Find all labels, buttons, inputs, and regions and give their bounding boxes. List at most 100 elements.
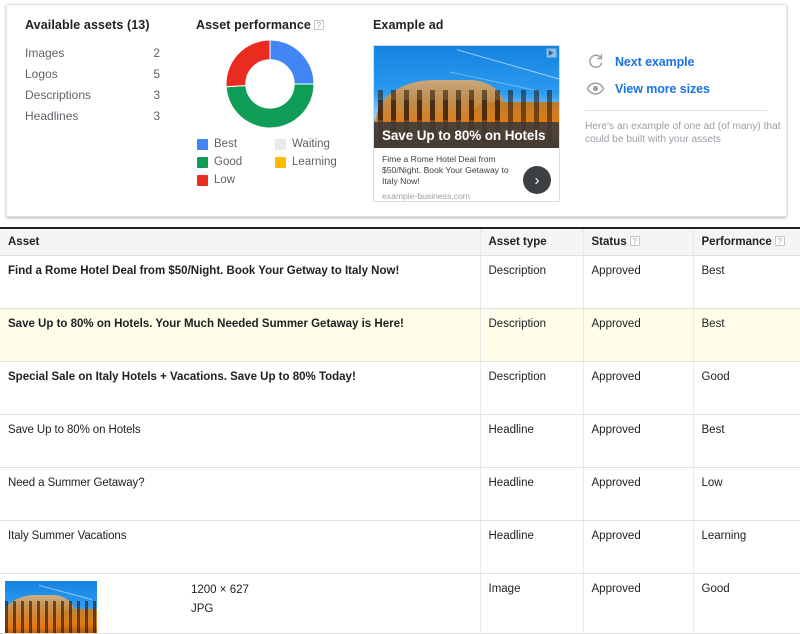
asset-stat-label: Images — [25, 46, 64, 60]
asset-type-value: Description — [489, 265, 547, 277]
cell-performance: Good — [693, 574, 800, 634]
asset-stat-label: Descriptions — [25, 88, 91, 102]
legend-item-good[interactable]: Good — [197, 153, 275, 171]
cell-asset-text[interactable]: Save Up to 80% on Hotels — [0, 415, 480, 468]
cell-asset-text[interactable]: Special Sale on Italy Hotels + Vacations… — [0, 362, 480, 415]
available-assets-title: Available assets (13) — [25, 18, 185, 32]
refresh-icon — [585, 52, 605, 72]
donut-slice-best[interactable] — [270, 40, 314, 84]
view-more-sizes-button[interactable]: View more sizes — [585, 77, 781, 100]
ad-choices-icon[interactable] — [546, 48, 557, 58]
asset-performance-title: Asset performance? — [196, 18, 361, 32]
asset-thumbnail[interactable] — [5, 581, 97, 633]
asset-stat-row: Headlines 3 — [25, 109, 160, 130]
assets-table-header-row: Asset Asset type Status? Performance? — [0, 229, 800, 256]
table-row[interactable]: Need a Summer Getaway?Headline Approved Lo… — [0, 468, 800, 521]
table-row[interactable]: 1200 × 627JPGImageApprovedGood — [0, 574, 800, 634]
ad-body: Fime a Rome Hotel Deal from $50/Night. B… — [374, 148, 559, 202]
example-ad-note: Here's an example of one ad (of many) th… — [585, 120, 781, 146]
legend-label: Good — [214, 156, 242, 168]
asset-stat-value: 3 — [153, 109, 160, 123]
cell-performance: Best — [693, 415, 800, 468]
cell-status: Approved — [583, 362, 693, 415]
performance-help-icon[interactable]: ? — [775, 236, 785, 246]
legend-swatch-icon — [197, 139, 208, 150]
assets-table: Asset Asset type Status? Performance? Fi… — [0, 227, 800, 634]
performance-value: Best — [702, 265, 725, 277]
column-header-performance-label: Performance — [702, 236, 772, 248]
cell-performance: Learning — [693, 521, 800, 574]
legend-swatch-icon — [275, 157, 286, 168]
asset-text: Italy Summer Vacations — [8, 530, 126, 542]
cell-asset-image[interactable]: 1200 × 627JPG — [0, 574, 480, 634]
table-row[interactable]: Italy Summer Vacations Headline Approved Le… — [0, 521, 800, 574]
asset-text: Save Up to 80% on Hotels — [8, 424, 140, 436]
status-value: Approved — [592, 477, 641, 489]
cell-performance: Good — [693, 362, 800, 415]
next-example-button[interactable]: Next example — [585, 50, 781, 73]
ad-creative-preview[interactable]: Save Up to 80% on Hotels Fime a Rome Hot… — [373, 45, 560, 202]
cell-asset-type: Headline — [480, 468, 583, 521]
cell-performance: Best — [693, 256, 800, 309]
ad-description-text: Fime a Rome Hotel Deal from $50/Night. B… — [382, 154, 512, 187]
asset-stat-label: Logos — [25, 67, 58, 81]
legend-swatch-icon — [275, 139, 286, 150]
next-example-label: Next example — [615, 55, 694, 69]
ad-headline-text: Save Up to 80% on Hotels — [382, 128, 545, 143]
cell-asset-text[interactable]: Need a Summer Getaway? — [0, 468, 480, 521]
table-row[interactable]: Save Up to 80% on Hotels. Your Much Need… — [0, 309, 800, 362]
cell-asset-type: Description — [480, 309, 583, 362]
cell-status: Approved — [583, 309, 693, 362]
asset-type-value: Headline — [489, 530, 534, 542]
performance-value: Best — [702, 318, 725, 330]
cell-asset-text[interactable]: Italy Summer Vacations — [0, 521, 480, 574]
column-header-performance[interactable]: Performance? — [693, 229, 800, 256]
asset-performance-help-icon[interactable]: ? — [314, 20, 324, 30]
legend-item-waiting[interactable]: Waiting — [275, 135, 353, 153]
example-ad-area: Save Up to 80% on Hotels Fime a Rome Hot… — [373, 45, 783, 210]
available-assets-list: Images2Logos5Descriptions3Headlines3 — [25, 46, 185, 130]
column-header-status[interactable]: Status? — [583, 229, 693, 256]
legend-swatch-icon — [197, 175, 208, 186]
asset-summary-card: Available assets (13) Images2Logos5Descr… — [6, 4, 787, 217]
donut-chart-svg — [205, 38, 335, 130]
asset-performance-title-text: Asset performance — [196, 18, 311, 32]
available-assets-panel: Available assets (13) Images2Logos5Descr… — [25, 18, 185, 130]
cell-asset-text[interactable]: Save Up to 80% on Hotels. Your Much Need… — [0, 309, 480, 362]
legend-label: Low — [214, 174, 235, 186]
legend-label: Best — [214, 138, 237, 150]
performance-value: Low — [702, 477, 723, 489]
cell-asset-type: Headline — [480, 415, 583, 468]
table-row[interactable]: Find a Rome Hotel Deal from $50/Night. B… — [0, 256, 800, 309]
asset-performance-panel: Asset performance? Best Waiting Good Learni… — [196, 18, 361, 189]
column-header-asset-type[interactable]: Asset type — [480, 229, 583, 256]
legend-item-best[interactable]: Best — [197, 135, 275, 153]
status-value: Approved — [592, 583, 641, 595]
status-value: Approved — [592, 530, 641, 542]
asset-type-value: Description — [489, 371, 547, 383]
ad-cta-button[interactable]: › — [523, 166, 551, 194]
asset-performance-legend: Best Waiting Good Learning Low — [197, 135, 357, 189]
cell-asset-type: Description — [480, 362, 583, 415]
asset-performance-donut-chart — [205, 38, 335, 130]
asset-type-value: Headline — [489, 424, 534, 436]
column-header-asset[interactable]: Asset — [0, 229, 480, 256]
donut-slice-good[interactable] — [226, 84, 314, 128]
table-row[interactable]: Save Up to 80% on Hotels Headline Approved… — [0, 415, 800, 468]
eye-icon — [585, 79, 605, 99]
donut-slice-low[interactable] — [226, 40, 270, 87]
cell-performance: Best — [693, 309, 800, 362]
table-row[interactable]: Special Sale on Italy Hotels + Vacations… — [0, 362, 800, 415]
status-value: Approved — [592, 424, 641, 436]
legend-item-learning[interactable]: Learning — [275, 153, 353, 171]
asset-stat-label: Headlines — [25, 109, 78, 123]
cell-asset-text[interactable]: Find a Rome Hotel Deal from $50/Night. B… — [0, 256, 480, 309]
asset-stat-value: 2 — [153, 46, 160, 60]
status-help-icon[interactable]: ? — [630, 236, 640, 246]
example-ad-panel: Example ad Save Up to 80% on Hotels — [373, 18, 783, 210]
chevron-right-icon: › — [535, 173, 540, 188]
example-ad-title: Example ad — [373, 18, 783, 32]
cell-status: Approved — [583, 521, 693, 574]
column-header-asset-label: Asset — [8, 236, 39, 248]
legend-item-low[interactable]: Low — [197, 171, 275, 189]
